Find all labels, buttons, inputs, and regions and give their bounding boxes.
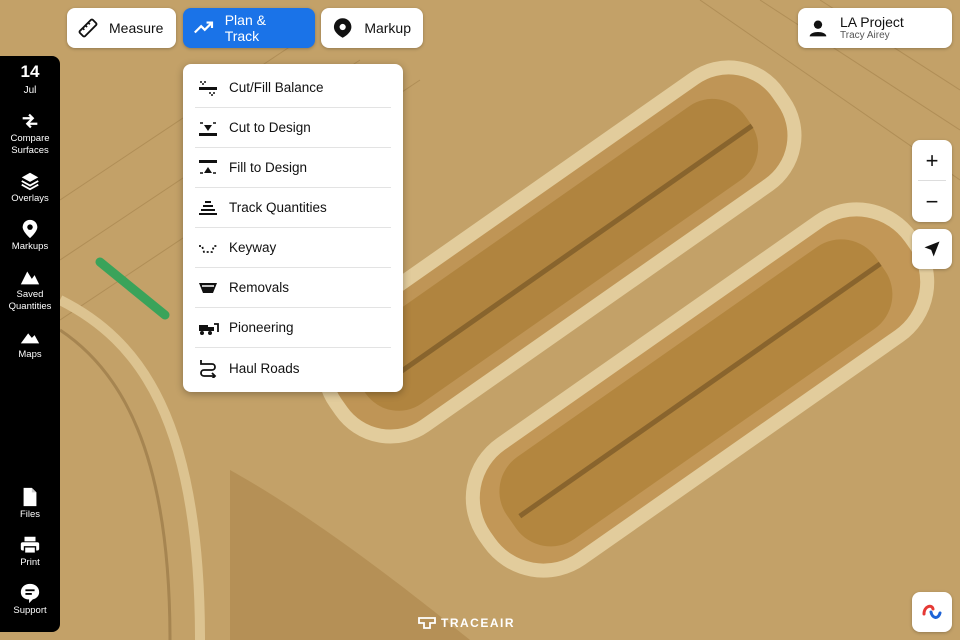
traceair-logo-icon xyxy=(418,617,436,629)
menu-item-label: Cut/Fill Balance xyxy=(229,80,324,95)
zoom-control: + − xyxy=(912,140,952,222)
menu-item-cut-fill-balance[interactable]: Cut/Fill Balance xyxy=(195,68,391,108)
measure-label: Measure xyxy=(109,20,164,36)
date-day: 14 xyxy=(20,62,40,81)
menu-item-haul-roads[interactable]: Haul Roads xyxy=(195,348,391,388)
file-icon xyxy=(23,487,37,507)
plan-track-menu: Cut/Fill Balance Cut to Design Fill to D… xyxy=(183,64,403,392)
measure-button[interactable]: Measure xyxy=(67,8,176,48)
survey-date[interactable]: 14 Jul xyxy=(0,62,60,98)
fill-to-design-icon xyxy=(199,159,217,174)
project-selector[interactable]: LA Project Tracy Airey xyxy=(798,8,952,48)
trending-up-icon xyxy=(194,21,214,34)
menu-item-cut-to-design[interactable]: Cut to Design xyxy=(195,108,391,148)
menu-item-label: Keyway xyxy=(229,240,277,255)
traceair-brand: TRACEAIR xyxy=(418,616,515,630)
menu-item-label: Fill to Design xyxy=(229,160,308,175)
sidebar-item-label: Saved xyxy=(16,289,44,300)
track-quantities-icon xyxy=(199,200,217,215)
sidebar-item-saved-quantities[interactable]: Saved Quantities xyxy=(0,266,60,313)
cut-fill-balance-icon xyxy=(199,80,217,96)
menu-item-label: Track Quantities xyxy=(229,200,327,215)
sidebar-item-print[interactable]: Print xyxy=(0,534,60,569)
sidebar-item-label: Overlays xyxy=(11,193,49,204)
printer-icon xyxy=(20,536,40,554)
locate-button[interactable] xyxy=(912,229,952,269)
user-name: Tracy Airey xyxy=(840,30,890,41)
plan-track-button[interactable]: Plan & Track xyxy=(183,8,315,48)
markup-pin-icon xyxy=(333,18,352,38)
map-pin-icon xyxy=(22,219,38,239)
aerial-map[interactable] xyxy=(0,0,960,640)
removals-icon xyxy=(199,282,217,293)
sidebar-item-label: Files xyxy=(19,509,41,520)
sidebar-item-compare-surfaces[interactable]: Compare Surfaces xyxy=(0,110,60,157)
menu-item-keyway[interactable]: Keyway xyxy=(195,228,391,268)
zoom-divider xyxy=(918,180,946,181)
ruler-icon xyxy=(78,18,98,38)
compare-arrows-icon xyxy=(22,113,38,129)
pioneering-icon xyxy=(199,322,219,335)
layers-icon xyxy=(21,172,39,191)
user-icon xyxy=(809,20,827,37)
menu-item-label: Removals xyxy=(229,280,290,295)
sidebar-item-markups[interactable]: Markups xyxy=(0,218,60,253)
menu-item-track-quantities[interactable]: Track Quantities xyxy=(195,188,391,228)
sidebar-item-files[interactable]: Files xyxy=(0,486,60,521)
menu-item-label: Haul Roads xyxy=(229,360,300,376)
brand-text: TRACEAIR xyxy=(441,616,515,630)
traceair-widget-icon xyxy=(922,604,942,619)
menu-item-label: Pioneering xyxy=(229,320,294,335)
menu-item-removals[interactable]: Removals xyxy=(195,268,391,308)
aerial-terrain xyxy=(0,0,960,640)
widget-button[interactable] xyxy=(912,592,952,632)
chat-icon xyxy=(20,583,40,604)
cut-to-design-icon xyxy=(199,121,217,136)
mountain-icon xyxy=(20,333,40,344)
menu-item-pioneering[interactable]: Pioneering xyxy=(195,308,391,348)
sidebar-item-maps[interactable]: Maps xyxy=(0,326,60,361)
menu-item-fill-to-design[interactable]: Fill to Design xyxy=(195,148,391,188)
sidebar-item-label: Support xyxy=(13,605,47,616)
haul-roads-icon xyxy=(200,360,217,378)
project-name: LA Project xyxy=(840,14,904,30)
plan-track-label: Plan & Track xyxy=(224,12,266,44)
zoom-out-button[interactable]: − xyxy=(912,181,952,222)
sidebar-item-label: Print xyxy=(20,557,40,568)
date-month: Jul xyxy=(23,85,37,96)
sidebar-item-overlays[interactable]: Overlays xyxy=(0,170,60,205)
sidebar-item-label: Compare xyxy=(10,133,50,144)
sidebar-item-label: Markups xyxy=(11,241,49,252)
zoom-in-button[interactable]: + xyxy=(912,140,952,181)
markup-label: Markup xyxy=(364,20,411,36)
markup-button[interactable]: Markup xyxy=(321,8,423,48)
left-sidebar: 14 Jul Compare Surfaces Overlays Markups… xyxy=(0,56,60,632)
saved-quantities-icon xyxy=(20,271,40,285)
navigation-arrow-icon xyxy=(924,241,940,257)
sidebar-item-label: Quantities xyxy=(8,301,52,312)
sidebar-item-label: Surfaces xyxy=(11,145,49,156)
sidebar-item-label: Maps xyxy=(18,349,42,360)
sidebar-item-support[interactable]: Support xyxy=(0,582,60,617)
keyway-icon xyxy=(199,244,217,253)
menu-item-label: Cut to Design xyxy=(229,120,311,135)
